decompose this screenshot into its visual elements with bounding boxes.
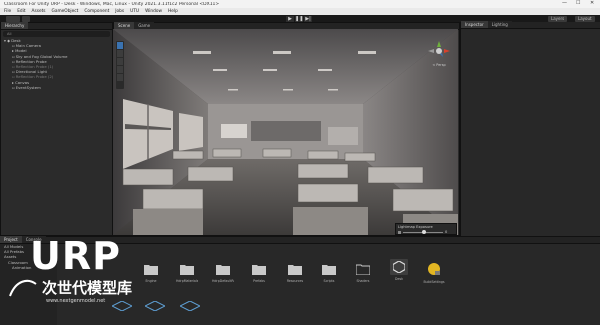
menu-window[interactable]: Window <box>145 9 162 14</box>
folder-icon <box>252 265 266 275</box>
project-tree: All Models All Prefabs Assets Classroom … <box>0 244 57 325</box>
asset-folder[interactable]: Prefabs <box>248 263 270 283</box>
menu-component[interactable]: Component <box>84 9 109 14</box>
axis-gizmo-icon <box>428 41 450 57</box>
material-icon[interactable] <box>112 301 132 311</box>
close-button[interactable]: ✕ <box>590 0 594 6</box>
material-icon[interactable] <box>145 301 165 311</box>
menu-help[interactable]: Help <box>168 9 178 14</box>
folder-open-icon <box>355 264 371 276</box>
scene-viewport[interactable] <box>113 29 458 235</box>
exposure-slider-handle[interactable] <box>422 230 426 234</box>
settings-sun-icon <box>428 263 440 275</box>
exposure-slider[interactable] <box>403 230 443 234</box>
menu-utu[interactable]: UTU <box>130 9 139 14</box>
hand-tool-icon[interactable] <box>117 42 123 49</box>
menu-bar: File Edit Assets GameObject Component Jo… <box>0 8 600 15</box>
tab-inspector[interactable]: Inspector <box>461 21 488 28</box>
rect-tool-icon[interactable] <box>117 74 123 81</box>
menu-jobs[interactable]: Jobs <box>115 9 124 14</box>
tab-lighting[interactable]: Lighting <box>487 21 512 28</box>
minimize-button[interactable]: — <box>562 0 567 6</box>
menu-edit[interactable]: Edit <box>17 9 25 14</box>
scale-tool-icon[interactable] <box>117 66 123 73</box>
tab-scene[interactable]: Scene <box>114 22 135 29</box>
tree-item[interactable]: Animation <box>0 265 57 270</box>
scene-gizmo[interactable]: < Persp <box>428 41 450 67</box>
hierarchy-search[interactable]: All <box>3 31 110 37</box>
tab-console[interactable]: Console <box>21 236 46 243</box>
rotate-tool-icon[interactable] <box>117 58 123 65</box>
tab-hierarchy[interactable]: Hierarchy <box>1 22 29 29</box>
hierarchy-item[interactable]: ▫ EventSystem <box>4 85 112 90</box>
menu-gameobject[interactable]: GameObject <box>52 9 79 14</box>
title-bar: Classroom For Unity URP - Desk - Windows… <box>0 0 600 8</box>
tab-project[interactable]: Project <box>0 236 22 243</box>
asset-folder[interactable]: Engine <box>140 263 162 283</box>
menu-assets[interactable]: Assets <box>32 9 46 14</box>
tab-game[interactable]: Game <box>134 22 155 29</box>
asset-folder[interactable]: HdrpDefaultRes <box>212 263 234 283</box>
hierarchy-tabbar: Hierarchy <box>1 22 112 30</box>
asset-settings[interactable]: BuildSettings <box>423 262 445 284</box>
unity-editor-window: Classroom For Unity URP - Desk - Windows… <box>0 0 600 325</box>
folder-icon <box>144 265 158 275</box>
unity-logo-icon <box>390 259 408 275</box>
lightmap-exposure-panel: Lightmap Exposure 0 <box>395 223 457 235</box>
window-title: Classroom For Unity URP - Desk - Windows… <box>4 1 220 7</box>
move-tool-icon[interactable] <box>117 50 123 57</box>
exposure-value[interactable]: 0 <box>445 230 447 234</box>
maximize-button[interactable]: ☐ <box>576 0 580 6</box>
asset-folder[interactable]: Resources <box>284 263 306 283</box>
asset-scene[interactable]: Desk <box>388 259 410 281</box>
inspector-panel: Inspector Lighting <box>460 21 600 236</box>
material-icon[interactable] <box>180 301 200 311</box>
folder-icon <box>288 265 302 275</box>
inspector-tabbar: Inspector Lighting <box>461 21 600 29</box>
folder-icon <box>180 265 194 275</box>
asset-folder[interactable]: Scripts <box>318 263 340 283</box>
project-tabbar: Project Console <box>0 236 600 244</box>
scene-tool-palette <box>116 41 124 89</box>
gizmo-persp-label[interactable]: < Persp <box>428 63 450 67</box>
lightmap-icon <box>398 230 401 234</box>
asset-folder[interactable]: HdrpMaterials <box>176 263 198 283</box>
hierarchy-panel: Hierarchy All ▾ ◆ Desk ▫ Main Camera ▸ M… <box>0 22 113 236</box>
classroom-render <box>113 29 458 235</box>
asset-folder[interactable]: Shaders <box>352 263 374 283</box>
menu-file[interactable]: File <box>4 9 11 14</box>
folder-icon <box>322 265 336 275</box>
folder-icon <box>216 265 230 275</box>
